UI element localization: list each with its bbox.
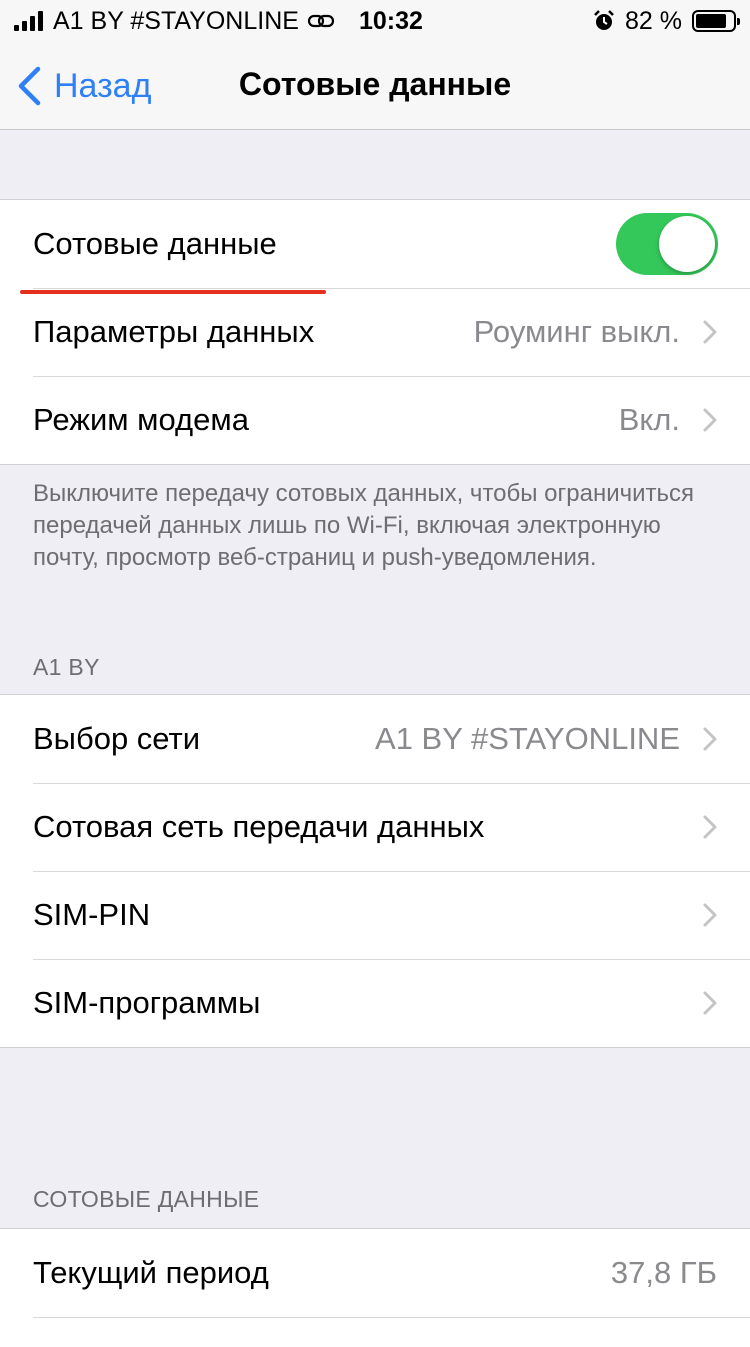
alarm-icon xyxy=(594,10,614,30)
personal-hotspot-row[interactable]: Режим модема Вкл. xyxy=(0,376,750,464)
toggle-knob xyxy=(659,216,715,272)
network-selection-value: A1 BY #STAYONLINE xyxy=(375,721,680,756)
chevron-right-icon xyxy=(703,903,717,927)
battery-icon xyxy=(692,10,740,32)
cellular-network-label: Сотовая сеть передачи данных xyxy=(33,809,485,844)
cellular-data-row: Сотовые данные xyxy=(0,200,750,294)
hotspot-label: Режим модема xyxy=(33,402,249,437)
battery-fill xyxy=(696,14,726,28)
network-selection-label: Выбор сети xyxy=(33,721,201,756)
chevron-right-icon xyxy=(703,815,717,839)
battery-percent: 82 % xyxy=(625,6,682,35)
usage-group: Текущий период 37,8 ГБ xyxy=(0,1228,750,1347)
cellular-data-footer: Выключите передачу сотовых данных, чтобы… xyxy=(33,480,695,571)
page-title: Сотовые данные xyxy=(238,66,512,102)
chevron-right-icon xyxy=(703,991,717,1015)
current-period-label: Текущий период xyxy=(33,1255,269,1290)
navigation-bar: Назад Сотовые данные xyxy=(0,42,750,130)
status-time: 10:32 xyxy=(358,6,423,35)
sim-apps-row[interactable]: SIM-программы xyxy=(0,959,750,1047)
chevron-right-icon xyxy=(703,727,717,751)
signal-strength-icon xyxy=(14,11,43,31)
data-options-value: Роуминг выкл. xyxy=(473,314,680,349)
current-period-row: Текущий период 37,8 ГБ xyxy=(0,1229,750,1317)
hotspot-value: Вкл. xyxy=(618,402,680,437)
network-selection-row[interactable]: Выбор сети A1 BY #STAYONLINE xyxy=(0,695,750,783)
current-period-value: 37,8 ГБ xyxy=(610,1255,717,1290)
section-header-usage: СОТОВЫЕ ДАННЫЕ xyxy=(33,1186,260,1212)
link-icon xyxy=(307,14,335,28)
sim-pin-row[interactable]: SIM-PIN xyxy=(0,871,750,959)
sim-apps-label: SIM-программы xyxy=(33,985,261,1020)
data-options-row[interactable]: Параметры данных Роуминг выкл. xyxy=(0,288,750,376)
next-row-partial xyxy=(0,1317,750,1347)
data-options-label: Параметры данных xyxy=(33,314,315,349)
cellular-settings-group: Сотовые данные Параметры данных Роуминг … xyxy=(0,199,750,465)
status-bar: A1 BY #STAYONLINE 10:32 82 % xyxy=(0,0,750,42)
carrier-name: A1 BY #STAYONLINE xyxy=(53,6,299,35)
chevron-right-icon xyxy=(703,320,717,344)
chevron-right-icon xyxy=(703,408,717,432)
cellular-data-network-row[interactable]: Сотовая сеть передачи данных xyxy=(0,783,750,871)
carrier-settings-group: Выбор сети A1 BY #STAYONLINE Сотовая сет… xyxy=(0,694,750,1048)
sim-pin-label: SIM-PIN xyxy=(33,897,151,932)
cellular-data-toggle[interactable] xyxy=(616,213,718,275)
cellular-data-label: Сотовые данные xyxy=(33,226,277,261)
section-header-carrier: A1 BY xyxy=(33,654,100,680)
